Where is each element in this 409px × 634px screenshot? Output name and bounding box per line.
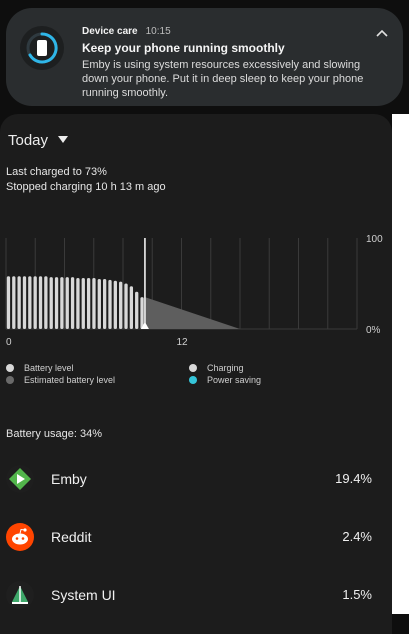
battery-bar — [76, 278, 80, 329]
battery-bar — [135, 291, 139, 329]
battery-bar — [129, 286, 134, 329]
battery-bar — [54, 277, 59, 329]
legend-dot-battery — [6, 364, 14, 372]
legend-estimated-level: Estimated battery level — [24, 375, 116, 385]
app-row-emby[interactable]: Emby 19.4% — [0, 465, 392, 513]
battery-bar — [22, 276, 27, 329]
notification-time: 10:15 — [145, 26, 171, 37]
legend-dot-estimated — [6, 376, 14, 384]
app-name: Reddit — [51, 529, 92, 545]
battery-bar — [97, 278, 101, 329]
device-care-notification[interactable]: Device care 10:15 Keep your phone running… — [6, 8, 403, 106]
battery-bar — [86, 278, 91, 329]
last-charged-text: Last charged to 73% — [6, 166, 107, 178]
battery-bar — [44, 276, 48, 329]
battery-bar — [33, 276, 37, 329]
app-row-reddit[interactable]: Reddit 2.4% — [0, 523, 392, 571]
app-row-system-ui[interactable]: System UI 1.5% — [0, 581, 392, 629]
emby-icon — [6, 465, 34, 493]
battery-bar — [70, 277, 75, 329]
notification-body: Emby is using system resources excessive… — [82, 59, 364, 99]
legend-dot-charging — [189, 364, 197, 372]
caret-down-icon[interactable] — [58, 136, 68, 143]
battery-bar — [12, 276, 16, 329]
y-tick-100: 100 — [366, 234, 383, 245]
estimated-area — [144, 297, 240, 329]
battery-bar — [49, 277, 53, 329]
x-tick-0: 0 — [6, 337, 12, 348]
battery-bar — [17, 276, 21, 329]
edge-strip — [392, 114, 409, 614]
notification-title: Keep your phone running smoothly — [82, 41, 285, 55]
reddit-icon — [6, 523, 34, 551]
legend-dot-power-saving — [189, 376, 197, 384]
battery-bar — [92, 278, 96, 329]
app-name: Emby — [51, 471, 87, 487]
device-care-icon — [20, 26, 64, 70]
battery-bar — [81, 278, 85, 329]
legend-charging: Charging — [207, 363, 244, 373]
battery-bar — [6, 276, 11, 329]
battery-bar — [65, 277, 69, 329]
battery-bar — [60, 277, 64, 329]
app-name: System UI — [51, 587, 116, 603]
battery-usage-label: Battery usage: 34% — [6, 428, 103, 440]
notification-app-name: Device care — [82, 26, 138, 37]
battery-bar — [124, 283, 128, 329]
period-dropdown[interactable]: Today — [8, 132, 48, 149]
battery-bar — [108, 279, 112, 329]
stopped-charging-text: Stopped charging 10 h 13 m ago — [6, 181, 166, 193]
legend-power-saving: Power saving — [207, 375, 262, 385]
battery-bar — [102, 278, 107, 329]
chevron-up-icon[interactable] — [375, 26, 389, 40]
y-tick-0: 0% — [366, 325, 381, 336]
notification-header: Device care 10:15 — [82, 26, 171, 37]
app-percent: 19.4% — [335, 471, 372, 486]
x-tick-12: 12 — [177, 337, 189, 348]
battery-bar — [119, 281, 123, 329]
battery-bar — [113, 280, 117, 329]
battery-bar — [140, 297, 144, 329]
battery-chart: 0 12 100 0% — [5, 234, 383, 348]
battery-bar — [28, 276, 32, 329]
app-percent: 2.4% — [342, 529, 372, 544]
battery-bar — [38, 276, 43, 329]
legend-battery-level: Battery level — [24, 363, 74, 373]
app-percent: 1.5% — [342, 587, 372, 602]
system-ui-icon — [6, 581, 34, 609]
